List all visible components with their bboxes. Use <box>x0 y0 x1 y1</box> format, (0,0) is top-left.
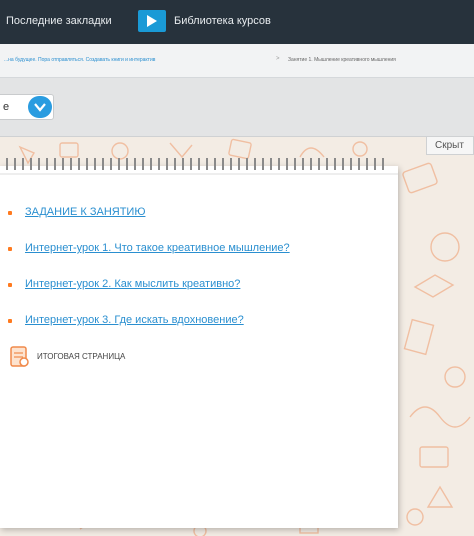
notebook-spiral <box>0 158 398 175</box>
lesson-link-2[interactable]: Интернет-урок 2. Как мыслить креативно? <box>25 278 240 290</box>
bullet-icon <box>8 247 12 251</box>
lesson-link-assignment[interactable]: ЗАДАНИЕ К ЗАНЯТИЮ <box>25 206 145 218</box>
toolbar: е <box>0 78 474 137</box>
view-select-value: е <box>3 101 10 113</box>
library-video-icon[interactable] <box>138 10 166 32</box>
breadcrumb-current: Занятие 1. Мышление креативного мышления <box>288 57 396 63</box>
bullet-icon <box>8 211 12 215</box>
final-page-link[interactable]: ИТОГОВАЯ СТРАНИЦА <box>37 352 125 361</box>
top-navigation-bar: Последние закладки Библиотека курсов <box>0 0 474 44</box>
lesson-link-3[interactable]: Интернет-урок 3. Где искать вдохновение? <box>25 314 244 326</box>
breadcrumb: ...на будущее. Пора отправляться. Создав… <box>0 44 474 78</box>
hide-panel-label: Скрыт <box>435 140 464 151</box>
breadcrumb-separator: > <box>276 56 280 62</box>
recent-bookmarks-link[interactable]: Последние закладки <box>6 15 112 27</box>
course-library-link[interactable]: Библиотека курсов <box>174 15 271 27</box>
view-select[interactable]: е <box>0 94 54 120</box>
hide-panel-tab[interactable]: Скрыт <box>426 137 474 155</box>
bullet-icon <box>8 319 12 323</box>
lesson-notebook-panel: ЗАДАНИЕ К ЗАНЯТИЮ Интернет-урок 1. Что т… <box>0 158 398 528</box>
document-icon[interactable] <box>10 346 30 368</box>
lesson-link-1[interactable]: Интернет-урок 1. Что такое креативное мы… <box>25 242 290 254</box>
breadcrumb-trail-link[interactable]: ...на будущее. Пора отправляться. Создав… <box>4 57 155 63</box>
chevron-down-icon[interactable] <box>28 96 52 118</box>
bullet-icon <box>8 283 12 287</box>
